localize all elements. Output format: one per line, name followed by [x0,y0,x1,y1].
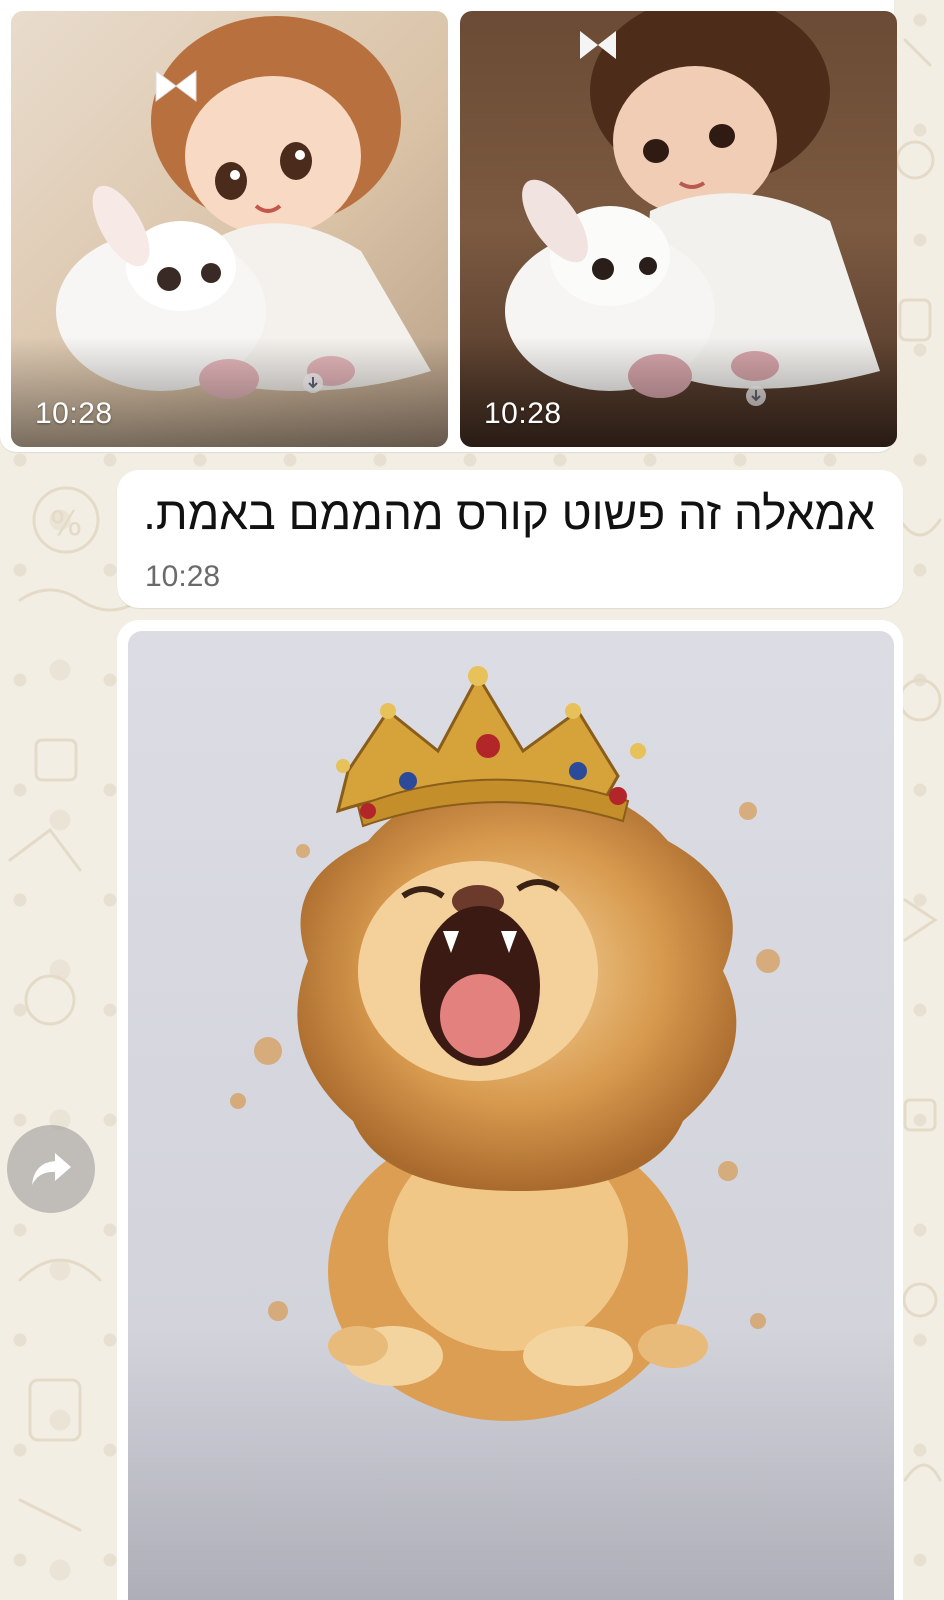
message-timestamp: 10:28 [145,560,221,593]
forward-button[interactable] [7,1125,95,1213]
message-text: אמאלה זה פשוט קורס מהממם באמת. [143,487,875,539]
album-photo-1[interactable]: 10:28 [11,11,448,447]
crowned-lion-cub-image [128,631,894,1600]
image-message-bubble[interactable] [117,620,903,1600]
photo-timestamp: 10:28 [484,397,562,430]
lion-image[interactable] [128,631,894,1600]
album-photo-2[interactable]: 10:28 [460,11,897,447]
forward-arrow-icon [32,1153,71,1185]
svg-text:%: % [50,504,82,544]
text-message-bubble[interactable]: אמאלה זה פשוט קורס מהממם באמת. 10:28 [117,470,903,608]
album-message-bubble[interactable]: 10:28 10:28 [0,0,897,452]
photo-timestamp: 10:28 [35,397,113,430]
